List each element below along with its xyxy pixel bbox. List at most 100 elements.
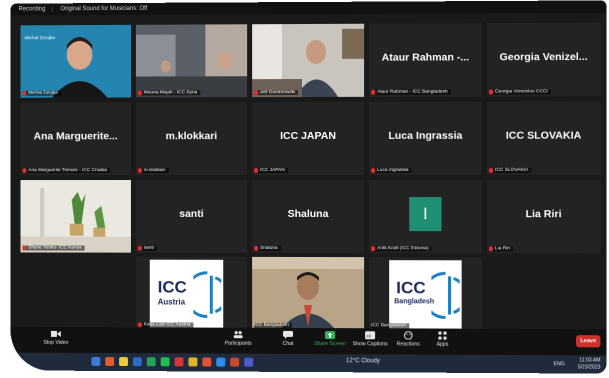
participant-display-name: Lia Riri xyxy=(525,208,562,221)
meeting-topbar: Recording | Original Sound for Musicians:… xyxy=(10,0,607,16)
active-speaker-tile[interactable]: ICC Bangladesh xyxy=(252,256,365,331)
svg-text:cc: cc xyxy=(367,333,372,338)
video-camera-icon xyxy=(50,330,61,337)
teams-app-icon[interactable] xyxy=(244,357,254,367)
gallery-view: Michal Dzujka Michal Dzujka Mouna Mejah … xyxy=(20,22,604,332)
mic-muted-icon xyxy=(254,168,259,174)
meeting-controls: Stop Video Participants Chat Share Scree… xyxy=(10,326,607,356)
participant-video xyxy=(20,180,131,253)
language-indicator[interactable]: ENG xyxy=(554,361,565,367)
mic-muted-icon xyxy=(137,168,142,174)
apps-button[interactable]: Apps xyxy=(420,331,464,348)
participant-name-label: Lia Riri xyxy=(488,246,514,252)
participant-name-label: ICC SLOVAKIA xyxy=(488,167,532,173)
office-app-icon[interactable] xyxy=(105,357,115,366)
mic-muted-icon xyxy=(22,90,27,96)
participant-tile[interactable]: m.klokkari m.klokkari xyxy=(135,102,248,176)
participant-name-label: santi xyxy=(137,245,157,251)
pdf-app-icon[interactable] xyxy=(174,357,184,367)
participant-tile[interactable]: Mouna Mejah - ICC Syria xyxy=(135,24,248,98)
leave-button[interactable]: Leave xyxy=(576,335,601,348)
participant-tile[interactable]: Shaluna Shaluna xyxy=(252,179,365,254)
whatsapp-icon[interactable] xyxy=(160,357,170,367)
word-app-icon[interactable] xyxy=(132,357,142,367)
zoom-app-icon[interactable] xyxy=(216,357,226,367)
participant-tile[interactable]: ICC Austria Katja Lutz ICC Austria xyxy=(135,256,248,330)
participant-tile[interactable]: ICC SLOVAKIA ICC SLOVAKIA xyxy=(486,101,601,175)
participant-display-name: ICC JAPAN xyxy=(280,129,336,143)
windows-start-icon[interactable] xyxy=(91,356,101,366)
participant-display-name: Ataur Rahman -... xyxy=(381,51,470,64)
mic-muted-icon xyxy=(371,246,376,252)
participant-name-label: m.klokkari xyxy=(137,168,169,174)
system-clock[interactable]: 11:03 AM 5/23/2023 xyxy=(578,357,601,371)
mic-muted-icon xyxy=(254,245,259,251)
windows-taskbar: 12°C Cloudy ENG 11:03 AM 5/23/2023 xyxy=(10,352,607,374)
mic-muted-icon xyxy=(371,167,376,173)
mic-muted-icon xyxy=(488,246,493,252)
excel-app-icon[interactable] xyxy=(146,357,156,367)
share-screen-button[interactable]: Share Screen xyxy=(308,331,352,347)
participant-tile[interactable]: Jeff Dombrowski xyxy=(252,23,365,98)
original-sound-toggle[interactable]: Original Sound for Musicians: Off xyxy=(60,6,147,12)
participant-name-label: Shyne Yeshu- ICC Kenya xyxy=(22,245,85,251)
participant-tile[interactable]: Lia Riri Lia Riri xyxy=(486,179,601,254)
participant-display-name: Shaluna xyxy=(287,207,329,221)
file-explorer-icon[interactable] xyxy=(119,357,128,367)
participant-name-label: Mouna Mejah - ICC Syria xyxy=(137,90,201,96)
share-screen-icon xyxy=(325,331,335,339)
participant-display-name: santi xyxy=(179,207,204,220)
participant-name-label: Georgia Venizelou CCCI xyxy=(488,89,551,95)
participant-video xyxy=(136,24,248,98)
participant-display-name: m.klokkari xyxy=(165,130,218,143)
participant-tile[interactable]: santi santi xyxy=(135,180,248,253)
stop-video-button[interactable]: Stop Video xyxy=(34,330,77,346)
participant-name-label: Ataur Rahman - ICC Bangladesh xyxy=(371,89,451,95)
participant-tile[interactable]: Shyne Yeshu- ICC Kenya xyxy=(20,180,131,253)
chat-icon xyxy=(283,331,294,339)
zoom-window: Recording | Original Sound for Musicians:… xyxy=(10,0,607,374)
powerpoint-app-icon[interactable] xyxy=(230,357,240,367)
participant-display-name: Georgia Venizel... xyxy=(499,50,588,64)
participant-name-label: Luca Ingrassia xyxy=(371,167,412,173)
mic-muted-icon xyxy=(488,89,493,95)
participant-tile[interactable]: Ataur Rahman -... Ataur Rahman - ICC Ban… xyxy=(369,23,482,97)
participant-tile[interactable]: I Antti Kraft (ICC Estonia) xyxy=(369,179,482,254)
icc-austria-logo: ICC Austria xyxy=(149,259,224,328)
weather-widget[interactable]: 12°C Cloudy xyxy=(346,358,380,364)
mic-muted-icon xyxy=(488,167,493,173)
mic-muted-icon xyxy=(137,245,142,251)
icc-bangladesh-logo: ICC Bangladesh xyxy=(389,260,462,329)
participant-tile[interactable]: ICC Bangladesh ICC Bangladesh xyxy=(369,257,482,331)
reactions-icon xyxy=(403,331,413,339)
participant-display-name: Ana Marguerite... xyxy=(33,130,118,143)
participant-video xyxy=(252,23,364,98)
participant-tile[interactable]: Luca Ingrassia Luca Ingrassia xyxy=(369,101,482,175)
mic-muted-icon xyxy=(137,90,142,96)
icc-mark-icon xyxy=(431,270,459,320)
participant-video xyxy=(252,256,364,331)
participant-tile[interactable]: Georgia Venizel... Georgia Venizelou CCC… xyxy=(486,22,601,97)
participant-name-label: ICC JAPAN xyxy=(254,168,288,174)
participant-display-name: Luca Ingrassia xyxy=(388,129,463,142)
participants-button[interactable]: Participants xyxy=(216,331,260,347)
participant-name-label: Shaluna xyxy=(254,245,281,251)
mic-muted-icon xyxy=(22,245,27,251)
chat-button[interactable]: Chat xyxy=(266,331,310,347)
participant-name-label: Ana Marguerite Tomulić - ICC Croatia xyxy=(22,168,110,174)
mic-muted-icon xyxy=(22,168,27,174)
recording-indicator[interactable]: Recording xyxy=(19,6,46,12)
participant-tile[interactable]: Michal Dzujka Michal Dzujka xyxy=(20,24,131,98)
participant-name-label: Antti Kraft (ICC Estonia) xyxy=(371,246,432,252)
participant-display-name: ICC SLOVAKIA xyxy=(505,129,582,142)
participant-tile[interactable]: ICC JAPAN ICC JAPAN xyxy=(252,101,365,176)
icc-mark-icon xyxy=(193,270,222,320)
notes-app-icon[interactable] xyxy=(188,357,198,367)
chrome-icon[interactable] xyxy=(202,357,212,367)
mic-muted-icon xyxy=(254,90,259,96)
participants-icon xyxy=(234,331,244,339)
participant-name-label: Michal Dzujka xyxy=(22,90,61,96)
participant-video: Michal Dzujka xyxy=(20,24,131,98)
participant-tile[interactable]: Ana Marguerite... Ana Marguerite Tomulić… xyxy=(20,102,131,176)
captions-icon: cc xyxy=(365,331,375,339)
